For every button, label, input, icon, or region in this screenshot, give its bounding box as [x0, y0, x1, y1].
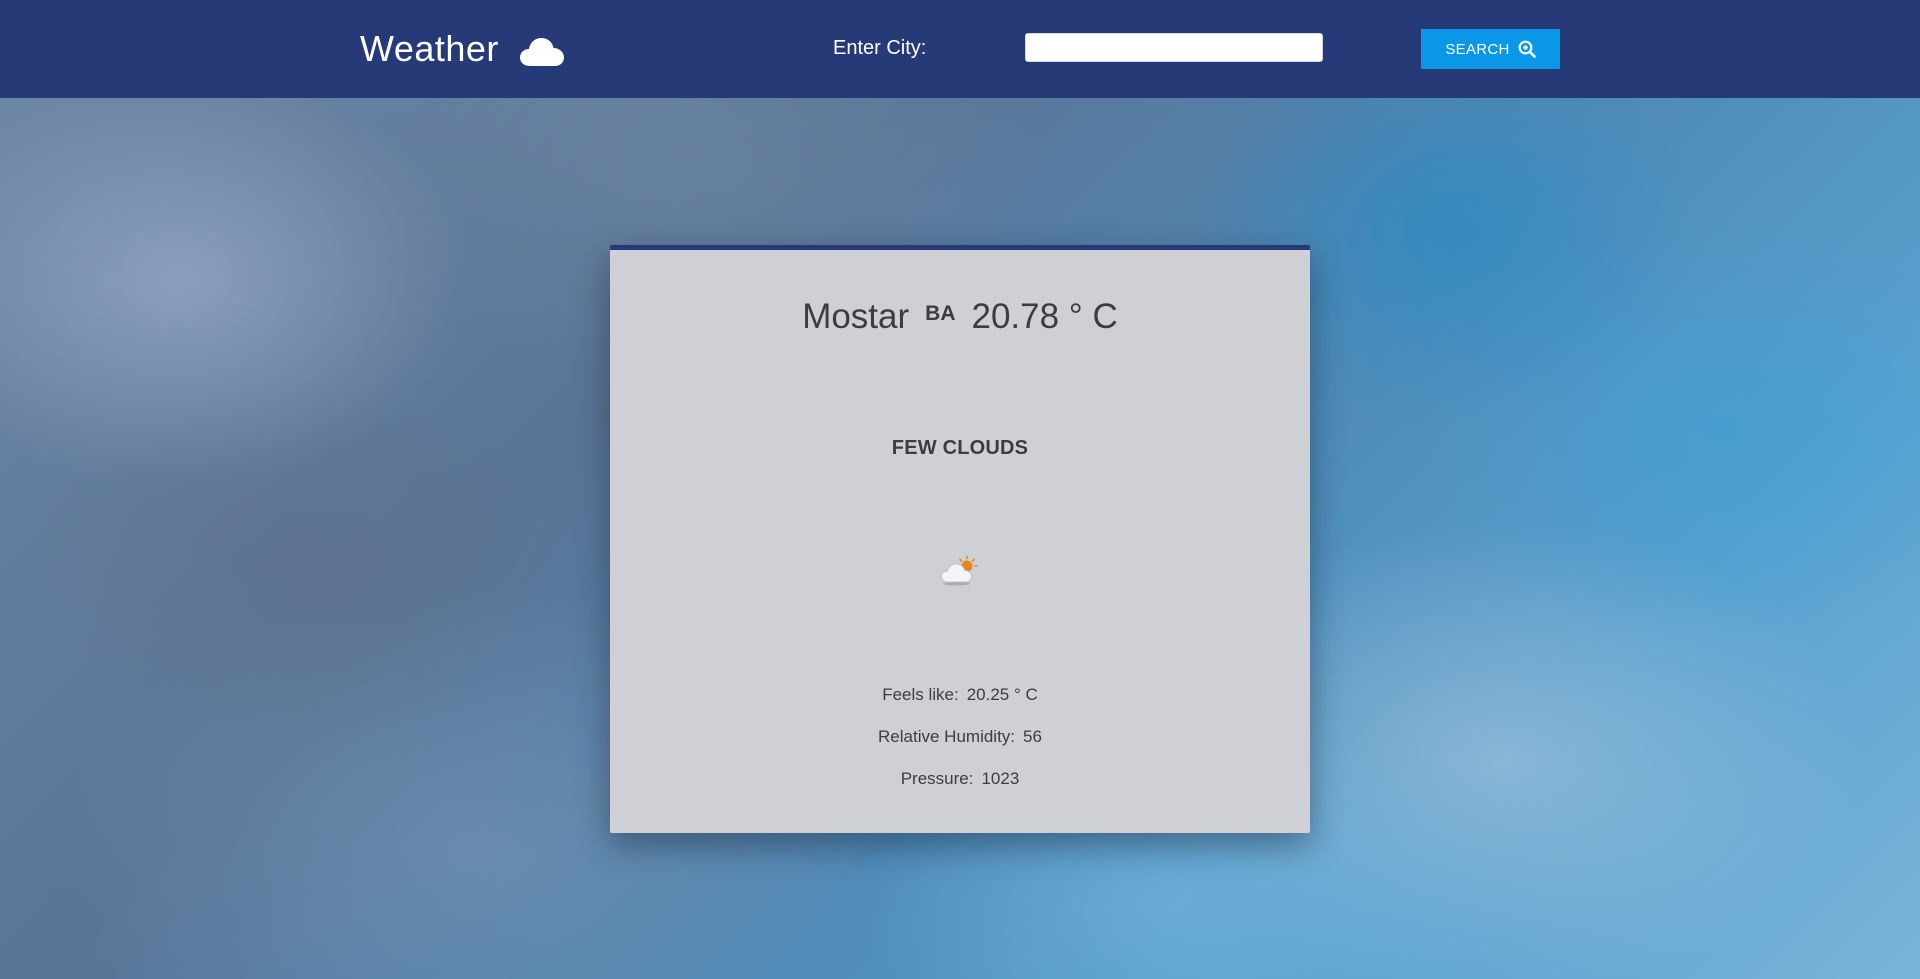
humidity-value: 56 [1023, 727, 1042, 746]
brand: Weather [360, 26, 565, 72]
top-navbar: Weather Enter City: SEARCH [0, 0, 1920, 98]
pressure-label: Pressure: [900, 769, 974, 788]
pressure-row: Pressure: 1023 [610, 768, 1310, 810]
country-code: BA [925, 302, 956, 325]
temperature: 20.78 ° C [971, 297, 1118, 336]
search-button[interactable]: SEARCH [1421, 29, 1560, 69]
city-search-input[interactable] [1025, 33, 1323, 62]
weather-details: Feels like: 20.25 ° C Relative Humidity: 5… [610, 684, 1310, 810]
feels-like-label: Feels like: [882, 685, 959, 704]
city-name: Mostar [802, 297, 910, 336]
search-button-label: SEARCH [1445, 40, 1510, 58]
cloud-icon [519, 38, 564, 66]
pressure-value: 1023 [981, 769, 1020, 788]
weather-description: FEW CLOUDS [891, 437, 1029, 459]
location-temperature-header: Mostar BA 20.78 ° C [610, 297, 1310, 337]
weather-card: Mostar BA 20.78 ° C FEW CLOUDS Feels lik… [610, 245, 1310, 833]
humidity-row: Relative Humidity: 56 [610, 726, 1310, 768]
few-clouds-icon [941, 555, 978, 586]
feels-like-row: Feels like: 20.25 ° C [610, 684, 1310, 726]
feels-like-value: 20.25 ° C [966, 685, 1038, 704]
magnifier-plus-icon [1518, 40, 1536, 58]
app-title: Weather [360, 28, 499, 69]
city-label: Enter City: [833, 37, 927, 59]
humidity-label: Relative Humidity: [878, 727, 1016, 746]
